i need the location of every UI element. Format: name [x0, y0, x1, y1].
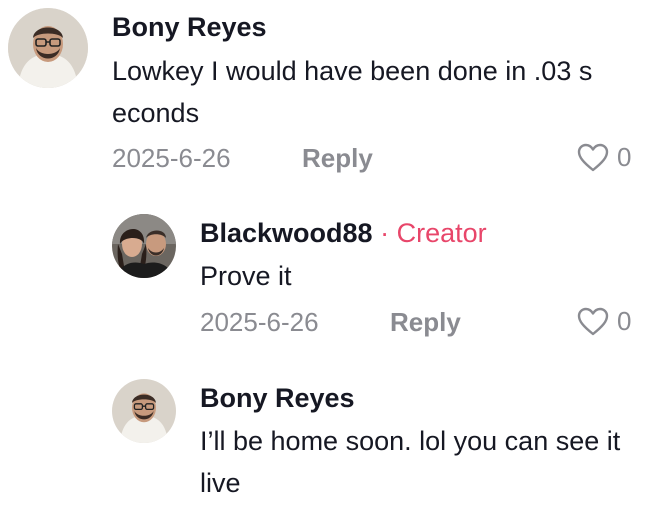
comment-username[interactable]: Bony Reyes	[112, 12, 267, 43]
reply-date: 2025-6-26	[200, 307, 319, 337]
reply-button[interactable]: Reply	[390, 307, 461, 338]
comment-text: Lowkey I would have been done in .03 s e…	[112, 56, 593, 128]
reply-username-text: Blackwood88	[200, 218, 373, 248]
heart-outline-icon	[577, 307, 609, 337]
badge-separator: ·	[380, 218, 390, 248]
like-button[interactable]: 0	[577, 306, 631, 337]
like-button[interactable]: 0	[577, 142, 631, 173]
comment-date: 2025-6-26	[112, 143, 231, 173]
avatar[interactable]	[112, 214, 176, 278]
reply-username[interactable]: Bony Reyes	[200, 383, 355, 414]
creator-badge: · Creator	[373, 218, 487, 248]
reply-text: Prove it	[200, 261, 292, 291]
comment-thread: Bony Reyes Lowkey I would have been done…	[0, 0, 662, 506]
reply-text: I’ll be home soon. lol you can see it li…	[200, 426, 621, 498]
avatar[interactable]	[112, 379, 176, 443]
reply-username[interactable]: Blackwood88 · Creator	[200, 218, 487, 249]
heart-outline-icon	[577, 143, 609, 173]
like-count: 0	[617, 142, 632, 172]
like-count: 0	[617, 306, 632, 336]
creator-label: Creator	[396, 218, 487, 248]
avatar[interactable]	[8, 8, 88, 88]
reply-button[interactable]: Reply	[302, 143, 373, 174]
